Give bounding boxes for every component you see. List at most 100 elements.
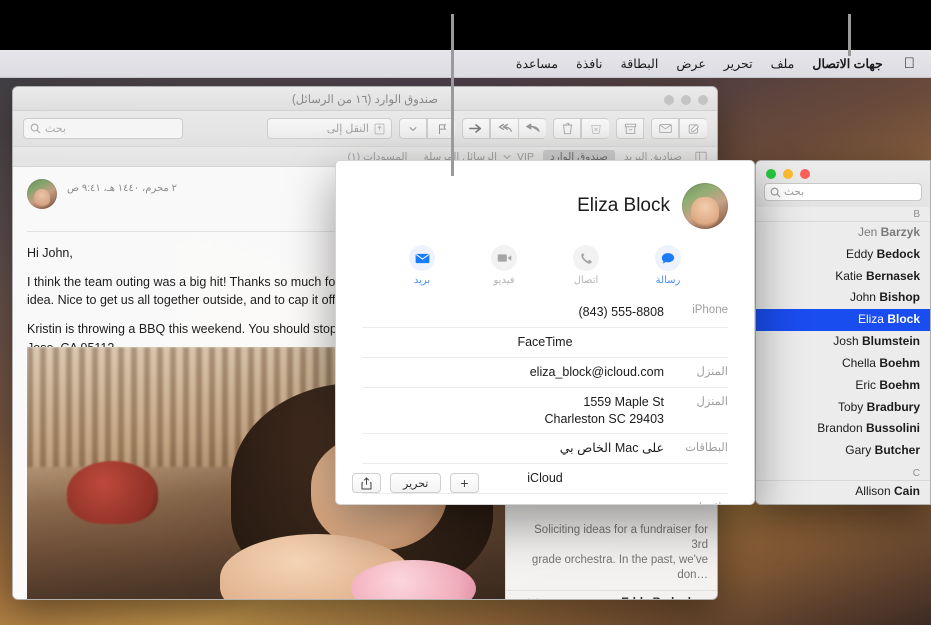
list-item[interactable]: Brandon Bussolini [756, 418, 930, 440]
contact-last-name: Boehm [879, 355, 920, 370]
edit-label: تحرير [403, 477, 429, 490]
call-action-circle [573, 245, 599, 271]
move-to-icon [374, 123, 385, 134]
apple-logo-icon[interactable]:  [904, 56, 915, 71]
menu-item-card[interactable]: البطاقة [612, 54, 668, 73]
flag-menu-button[interactable] [399, 118, 427, 139]
reply-all-icon [498, 123, 512, 132]
list-item[interactable]: Toby Bradbury [756, 397, 930, 419]
contact-action-buttons: رسالة اتصال فيديو بريد [336, 229, 754, 286]
contact-first-name: Allison [855, 484, 891, 499]
search-input[interactable]: بحث [764, 183, 922, 201]
contact-card-popover: Eliza Block رسالة اتصال فيديو بريد iPhon… [335, 160, 755, 505]
add-button[interactable]: + [450, 473, 479, 493]
contacts-window-controls[interactable] [766, 169, 810, 179]
call-action-button[interactable]: اتصال [562, 245, 610, 286]
contact-last-name: Bussolini [865, 421, 920, 436]
reply-button[interactable] [518, 118, 546, 139]
trash-button[interactable] [553, 118, 581, 139]
zoom-button[interactable] [698, 95, 708, 105]
field-facetime[interactable]: FaceTime [362, 328, 728, 358]
message-action-circle [655, 245, 681, 271]
contact-first-name: Eric [855, 377, 876, 392]
move-to-button[interactable]: النقل إلى [267, 118, 392, 139]
contact-last-name: Barzyk [880, 225, 920, 239]
field-email[interactable]: المنزل eliza_block@icloud.com [362, 358, 728, 388]
video-action-button[interactable]: فيديو [480, 245, 528, 286]
archive-group [616, 118, 644, 139]
list-item[interactable]: Soliciting ideas for a fundraiser for 3r… [506, 517, 717, 591]
edit-button[interactable]: تحرير [390, 473, 442, 493]
list-item[interactable]: Gary Butcher [756, 440, 930, 462]
list-item[interactable]: ١٨/٩/١٧ Eddy Bedock ★ Coming to Town Hey… [506, 591, 717, 599]
list-item[interactable]: Chella Boehm [756, 353, 930, 375]
list-item[interactable]: Eddy Bedock [756, 244, 930, 266]
contact-last-name: Block [887, 312, 920, 327]
video-camera-icon [497, 254, 511, 262]
minimize-button[interactable] [783, 169, 793, 179]
reply-all-button[interactable] [490, 118, 518, 139]
contacts-titlebar: بحث [756, 161, 930, 207]
trash-icon [562, 122, 572, 135]
message-action-button[interactable]: رسالة [644, 245, 692, 286]
close-button[interactable] [664, 95, 674, 105]
envelope-icon [415, 253, 429, 263]
mail-search-field[interactable]: بحث [23, 118, 183, 139]
list-item[interactable]: Josh Blumstein [756, 331, 930, 353]
reply-group [462, 118, 546, 139]
contacts-window: بحث B Jen Barzyk Eddy Bedock Katie Berna… [755, 160, 931, 505]
field-cards[interactable]: البطاقات على Mac الخاص بي [362, 434, 728, 465]
contact-first-name: Gary [845, 443, 872, 458]
message-header: ١٨/٩/١٧ Eddy Bedock ★ [515, 597, 708, 599]
message-action-label: رسالة [655, 275, 681, 286]
archive-button[interactable] [616, 118, 644, 139]
menu-item-edit[interactable]: تحرير [715, 54, 762, 73]
field-label: المنزل [696, 365, 728, 378]
menu-item-window[interactable]: نافذة [567, 54, 611, 73]
mail-action-button[interactable]: بريد [398, 245, 446, 286]
mail-window-title: صندوق الوارد (١٦ من الرسائل) [291, 93, 439, 106]
photo-grill [66, 461, 158, 524]
forward-button[interactable] [462, 118, 490, 139]
share-icon [361, 476, 372, 490]
section-header: C [756, 466, 930, 482]
share-button[interactable] [352, 473, 381, 493]
list-item[interactable]: Eric Boehm [756, 375, 930, 397]
field-value: على Mac الخاص بي [559, 441, 664, 456]
contact-last-name: Cain [893, 484, 920, 499]
get-mail-button[interactable] [651, 118, 679, 139]
menu-item-view[interactable]: عرض [667, 54, 714, 73]
list-item[interactable]: Joe Calonje [756, 503, 930, 504]
list-item[interactable]: Allison Cain [756, 481, 930, 503]
video-action-label: فيديو [493, 275, 515, 286]
contacts-list[interactable]: B Jen Barzyk Eddy Bedock Katie Bernasek … [756, 207, 930, 504]
vip-star-icon: ★ [698, 597, 708, 599]
zoom-button[interactable] [766, 169, 776, 179]
avatar[interactable] [682, 183, 728, 229]
compose-button[interactable] [679, 118, 707, 139]
contact-last-name: Bradbury [866, 399, 920, 414]
mail-window-controls[interactable] [664, 95, 708, 105]
menu-item-help[interactable]: مساعدة [507, 54, 567, 73]
list-item[interactable]: Katie Bernasek [756, 266, 930, 288]
vip-chevron-down-icon [503, 154, 511, 159]
field-phone[interactable]: iPhone (843) 555-8808 [362, 298, 728, 328]
field-label: iPhone [692, 304, 728, 316]
list-item[interactable]: John Bishop [756, 287, 930, 309]
contact-last-name: Butcher [874, 443, 920, 458]
field-address[interactable]: المنزل 1559 Maple St Charleston SC 29403 [362, 388, 728, 435]
list-item[interactable]: Jen Barzyk [756, 222, 930, 244]
field-value: FaceTime [517, 334, 573, 349]
search-icon [30, 123, 41, 134]
menu-item-contacts[interactable]: جهات الاتصال [803, 54, 891, 73]
callout-line-menu [848, 14, 851, 56]
contact-card-header: Eliza Block [336, 161, 754, 229]
minimize-button[interactable] [681, 95, 691, 105]
list-item-selected[interactable]: Eliza Block [756, 309, 930, 332]
field-value: (843) 555-8808 [578, 305, 664, 319]
close-button[interactable] [800, 169, 810, 179]
menu-item-file[interactable]: ملف [762, 54, 804, 73]
flag-group [399, 118, 455, 139]
junk-button[interactable] [581, 118, 609, 139]
page-title: Eliza Block [577, 195, 670, 216]
